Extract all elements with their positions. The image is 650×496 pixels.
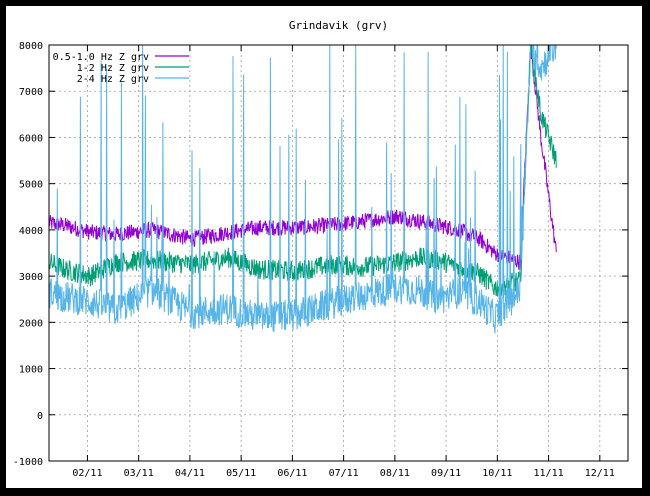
x-tick-label: 05/11: [226, 468, 256, 479]
x-tick-label: 10/11: [482, 468, 512, 479]
y-tick-label: 6000: [19, 133, 43, 144]
y-tick-label: 4000: [19, 226, 43, 237]
y-tick-label: 5000: [19, 180, 43, 191]
x-tick-label: 07/11: [329, 468, 359, 479]
y-tick-label: 0: [37, 411, 43, 422]
legend-label: 2-4 Hz Z grv: [77, 74, 149, 85]
x-tick-label: 09/11: [431, 468, 461, 479]
chart-title: Grindavik (grv): [289, 19, 388, 32]
legend-label: 1-2 Hz Z grv: [77, 63, 149, 74]
x-tick-label: 12/11: [585, 468, 615, 479]
x-tick-label: 08/11: [380, 468, 410, 479]
legend-label: 0.5-1.0 Hz Z grv: [53, 52, 149, 63]
line-chart: -1000 0 1000 2000 3000 4000 5000 6000 7000 8000 02…: [6, 6, 642, 488]
y-tick-label: 1000: [19, 365, 43, 376]
x-tick-label: 04/11: [175, 468, 205, 479]
x-tick-label: 03/11: [124, 468, 154, 479]
chart-frame: -1000 0 1000 2000 3000 4000 5000 6000 7000 8000 02…: [6, 6, 642, 488]
y-tick-label: 7000: [19, 87, 43, 98]
x-tick-label: 02/11: [72, 468, 102, 479]
y-tick-label: 3000: [19, 272, 43, 283]
x-tick-label: 11/11: [534, 468, 564, 479]
y-tick-label: 8000: [19, 41, 43, 52]
x-tick-label: 06/11: [277, 468, 307, 479]
y-tick-label: 2000: [19, 318, 43, 329]
y-tick-label: -1000: [13, 457, 43, 468]
